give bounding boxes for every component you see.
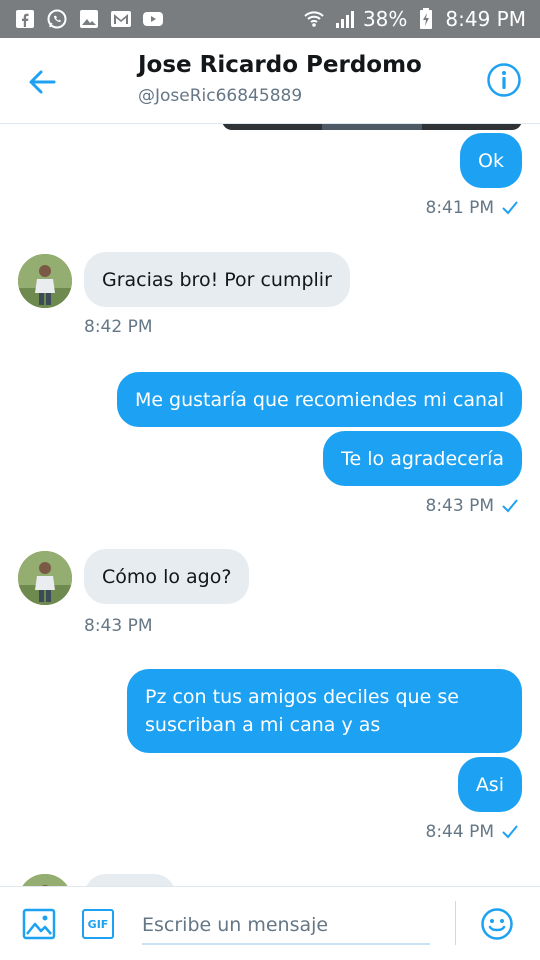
message-timestamp: 8:42 PM	[84, 317, 153, 337]
avatar[interactable]	[18, 551, 72, 605]
message-timestamp: 8:41 PM	[426, 198, 519, 218]
status-bar: 38% 8:49 PM	[0, 0, 540, 38]
avatar[interactable]	[18, 254, 72, 308]
image-icon[interactable]	[22, 907, 56, 941]
message-text: Gracias bro! Por cumplir	[102, 268, 332, 291]
contact-handle: @JoseRic66845889	[138, 86, 303, 106]
message-text-line: Pz con tus amigos deciles que se	[145, 686, 459, 708]
conversation-header: Jose Ricardo Perdomo @JoseRic66845889	[0, 38, 540, 124]
message-text-line: suscriban a mi cana y as	[145, 714, 381, 736]
avatar[interactable]	[18, 874, 72, 886]
gif-button[interactable]: GIF	[82, 909, 114, 939]
gallery-icon	[78, 8, 100, 30]
checkmark-icon	[502, 825, 518, 839]
incoming-message[interactable]: Gracias bro! Por cumplir	[84, 252, 350, 307]
message-timestamp: 8:43 PM	[426, 496, 519, 516]
timestamp-text: 8:43 PM	[425, 496, 495, 516]
timestamp-text: 8:44 PM	[425, 822, 495, 842]
signal-icon	[333, 8, 355, 30]
timestamp-text: 8:42 PM	[84, 317, 153, 337]
emoji-icon[interactable]	[480, 907, 514, 941]
message-timestamp: 8:43 PM	[84, 616, 153, 636]
outgoing-message[interactable]: Me gustaría que recomiendes mi canal	[116, 372, 522, 427]
back-arrow-icon[interactable]	[22, 62, 62, 102]
message-text: Cómo lo ago?	[102, 565, 232, 588]
divider	[455, 901, 456, 945]
incoming-message-partial[interactable]	[84, 874, 176, 886]
status-time: 8:49 PM	[445, 7, 526, 31]
outgoing-message[interactable]: Pz con tus amigos deciles que se suscrib…	[127, 669, 522, 753]
incoming-message[interactable]: Cómo lo ago?	[84, 549, 250, 604]
whatsapp-icon	[46, 8, 68, 30]
battery-charging-icon	[415, 8, 437, 30]
message-text: Ok	[478, 149, 504, 172]
message-timestamp: 8:44 PM	[426, 822, 519, 842]
timestamp-text: 8:43 PM	[84, 616, 153, 636]
outgoing-message[interactable]: Ok	[460, 133, 522, 188]
message-text: Asi	[475, 773, 504, 796]
message-input[interactable]	[142, 907, 430, 945]
message-thread[interactable]: Ok 8:41 PM Gracias bro! Por cumplir 8:42…	[0, 124, 540, 886]
media-attachment-preview[interactable]	[222, 124, 522, 130]
checkmark-icon	[502, 499, 518, 513]
timestamp-text: 8:41 PM	[425, 198, 495, 218]
message-text: Te lo agradecería	[341, 447, 504, 470]
battery-percent: 38%	[362, 7, 408, 31]
message-text: Me gustaría que recomiendes mi canal	[134, 388, 504, 411]
checkmark-icon	[502, 201, 518, 215]
gmail-icon	[110, 8, 132, 30]
wifi-icon	[303, 8, 325, 30]
youtube-icon	[142, 8, 164, 30]
facebook-icon	[14, 8, 36, 30]
outgoing-message[interactable]: Asi	[457, 757, 522, 812]
contact-name: Jose Ricardo Perdomo	[138, 52, 422, 78]
info-icon[interactable]	[486, 62, 522, 98]
message-composer: GIF	[0, 886, 540, 960]
outgoing-message[interactable]: Te lo agradecería	[323, 431, 522, 486]
